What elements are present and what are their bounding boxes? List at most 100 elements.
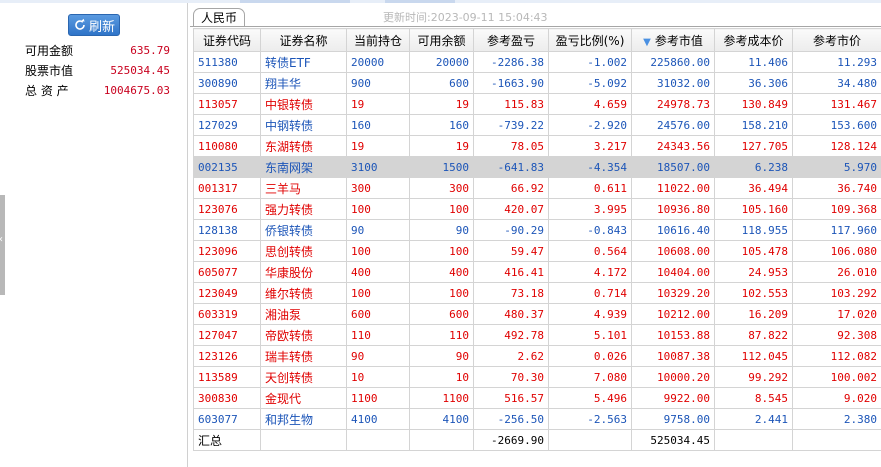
cell-available: 19 [409,93,474,115]
summary-available-funds: 可用金额 635.79 [25,41,170,61]
cell-cost-price: 11.406 [714,51,793,73]
col-header-cost-price[interactable]: 参考成本价 [714,28,793,52]
cell-empty [260,429,347,451]
cell-cost-price: 130.849 [714,93,793,115]
table-row[interactable]: 605077 华康股份 400 400 416.41 4.172 10404.00 24.95… [193,261,881,283]
table-row[interactable]: 127029 中钢转债 160 160 -739.22 -2.920 24576.00 158… [193,114,881,136]
summary-label: 可用金额 [25,44,74,58]
table-row[interactable]: 110080 东湖转债 19 19 78.05 3.217 24343.56 127.705 1… [193,135,881,157]
cell-pnl-pct: -4.354 [548,156,632,178]
cell-market-value: 10329.20 [631,282,715,304]
top-tab-hint[interactable] [385,0,455,3]
cell-holding: 90 [346,345,410,367]
table-row[interactable]: 123096 思创转债 100 100 59.47 0.564 10608.00 105.47… [193,240,881,262]
col-header-holding[interactable]: 当前持仓 [346,28,410,52]
cell-name: 翔丰华 [260,72,347,94]
cell-code: 511380 [193,51,261,73]
cell-market-price: 2.380 [792,408,881,430]
col-header-market-value-label: 参考市值 [654,33,703,48]
cell-pnl: 70.30 [473,366,549,388]
table-total-row: 汇总 -2669.90 525034.45 [193,429,881,451]
cell-holding: 300 [346,177,410,199]
cell-market-price: 92.308 [792,324,881,346]
cell-holding: 600 [346,303,410,325]
cell-code: 127029 [193,114,261,136]
cell-available: 160 [409,114,474,136]
table-row[interactable]: 113057 中银转债 19 19 115.83 4.659 24978.73 130.849… [193,93,881,115]
cell-name: 华康股份 [260,261,347,283]
top-tab-hint[interactable] [240,0,350,3]
col-header-available[interactable]: 可用余额 [409,28,474,52]
cell-pnl: -90.29 [473,219,549,241]
table-row[interactable]: 123049 维尔转债 100 100 73.18 0.714 10329.20 102.55… [193,282,881,304]
cell-holding: 400 [346,261,410,283]
cell-market-price: 112.082 [792,345,881,367]
cell-available: 100 [409,198,474,220]
table-row[interactable]: 511380 转债ETF 20000 20000 -2286.38 -1.002 22586… [193,51,881,73]
cell-available: 100 [409,282,474,304]
col-header-market-value[interactable]: ▼ 参考市值 [631,28,715,52]
cell-market-price: 11.293 [792,51,881,73]
cell-holding: 4100 [346,408,410,430]
cell-pnl-pct: 4.659 [548,93,632,115]
cell-pnl: -256.50 [473,408,549,430]
cell-pnl-pct: 4.172 [548,261,632,283]
table-row[interactable]: 113589 天创转债 10 10 70.30 7.080 10000.20 99.292 10… [193,366,881,388]
cell-name: 维尔转债 [260,282,347,304]
table-row[interactable]: 127047 帝欧转债 110 110 492.78 5.101 10153.88 87.82… [193,324,881,346]
col-header-code[interactable]: 证券代码 [193,28,261,52]
positions-table: 证券代码 证券名称 当前持仓 可用余额 参考盈亏 盈亏比例(%) ▼ 参考市值 参… [193,28,881,451]
cell-holding: 3100 [346,156,410,178]
cell-code: 603077 [193,408,261,430]
cell-pnl-pct: 7.080 [548,366,632,388]
cell-pnl: 66.92 [473,177,549,199]
table-row[interactable]: 603077 和邦生物 4100 4100 -256.50 -2.563 9758.00 2.… [193,408,881,430]
cell-cost-price: 87.822 [714,324,793,346]
col-header-pnl[interactable]: 参考盈亏 [473,28,549,52]
table-row[interactable]: 123076 强力转债 100 100 420.07 3.995 10936.80 105.1… [193,198,881,220]
table-header-row: 证券代码 证券名称 当前持仓 可用余额 参考盈亏 盈亏比例(%) ▼ 参考市值 参… [193,28,881,52]
col-header-name[interactable]: 证券名称 [260,28,347,52]
cell-holding: 90 [346,219,410,241]
cell-code: 123076 [193,198,261,220]
cell-holding: 100 [346,198,410,220]
cell-market-value: 24576.00 [631,114,715,136]
table-row[interactable]: 123126 瑞丰转债 90 90 2.62 0.026 10087.38 112.045 11… [193,345,881,367]
panel-divider [187,3,188,467]
cell-pnl-pct: 5.101 [548,324,632,346]
cell-market-price: 5.970 [792,156,881,178]
tab-rmb[interactable]: 人民币 [193,8,245,27]
cell-market-price: 131.467 [792,93,881,115]
cell-available: 10 [409,366,474,388]
summary-total-assets: 总 资 产 1004675.03 [25,81,170,101]
collapse-panel-handle[interactable]: ‹ [0,195,5,295]
table-row[interactable]: 300830 金现代 1100 1100 516.57 5.496 9922.00 8.545… [193,387,881,409]
cell-code: 002135 [193,156,261,178]
cell-code: 123049 [193,282,261,304]
cell-pnl-pct: 3.995 [548,198,632,220]
cell-cost-price: 127.705 [714,135,793,157]
table-row[interactable]: 002135 东南网架 3100 1500 -641.83 -4.354 18507.00 6… [193,156,881,178]
table-row[interactable]: 603319 湘油泵 600 600 480.37 4.939 10212.00 16.209… [193,303,881,325]
cell-market-value: 10404.00 [631,261,715,283]
cell-market-value: 24343.56 [631,135,715,157]
cell-cost-price: 16.209 [714,303,793,325]
cell-market-value: 10087.38 [631,345,715,367]
table-row[interactable]: 300890 翔丰华 900 600 -1663.90 -5.092 31032.00 36.… [193,72,881,94]
col-header-market-price[interactable]: 参考市价 [792,28,881,52]
table-row[interactable]: 001317 三羊马 300 300 66.92 0.611 11022.00 36.494 3… [193,177,881,199]
cell-name: 帝欧转债 [260,324,347,346]
cell-pnl: 416.41 [473,261,549,283]
cell-cost-price: 8.545 [714,387,793,409]
table-row[interactable]: 128138 侨银转债 90 90 -90.29 -0.843 10616.40 118.95… [193,219,881,241]
cell-market-price: 103.292 [792,282,881,304]
cell-holding: 19 [346,135,410,157]
cell-code: 123096 [193,240,261,262]
refresh-button[interactable]: 刷新 [68,14,120,36]
refresh-icon [75,18,85,30]
cell-available: 90 [409,219,474,241]
cell-market-price: 153.600 [792,114,881,136]
cell-name: 瑞丰转债 [260,345,347,367]
col-header-pnl-pct[interactable]: 盈亏比例(%) [548,28,632,52]
summary-value: 635.79 [130,44,170,57]
